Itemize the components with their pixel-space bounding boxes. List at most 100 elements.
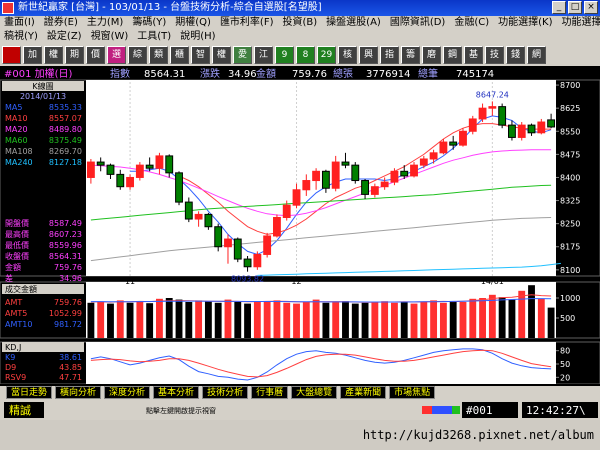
toolbar-button[interactable]: 江 [254, 46, 273, 64]
menu-item[interactable]: 籌碼(Y) [132, 16, 166, 30]
analysis-tab[interactable]: 技術分析 [202, 386, 249, 399]
toolbar-button[interactable]: 鋼 [443, 46, 462, 64]
toolbar-button[interactable]: 加 [23, 46, 42, 64]
volume-bar [547, 307, 555, 338]
maximize-button[interactable]: □ [568, 1, 582, 14]
volume-bar [293, 303, 300, 338]
toolbar-button[interactable]: 基 [464, 46, 483, 64]
menu-item[interactable]: 期權(Q) [175, 16, 211, 30]
toolbar-button[interactable]: 9 [275, 46, 294, 64]
analysis-tab[interactable]: 行事曆 [251, 386, 289, 399]
candle-body [135, 164, 144, 178]
toolbar-button[interactable]: 櫃 [170, 46, 189, 64]
legend-ma-value: 8557.07 [49, 114, 82, 123]
candle-body [292, 189, 301, 206]
chart-area[interactable]: #001 加權(日) 指數 8564.31 漲跌 34.96 金額 759.76 總張 3776… [0, 66, 600, 384]
menu-item[interactable]: 金融(C) [454, 16, 489, 30]
toolbar-button[interactable]: 技 [485, 46, 504, 64]
total-value: 3776914 [366, 69, 411, 80]
menu-item[interactable]: 證券(E) [44, 16, 78, 30]
x-tick-label: 12 [291, 277, 301, 286]
legend-ma-value: 8127.18 [49, 158, 82, 167]
candle-body [459, 130, 467, 146]
analysis-tab[interactable]: 當日走勢 [6, 386, 53, 399]
toolbar-button[interactable]: 磨 [422, 46, 441, 64]
menu-item[interactable]: 功能選擇(K) [498, 16, 552, 30]
candle-body [370, 186, 379, 195]
volume-legend-value: 981.72 [54, 320, 82, 329]
menu-item[interactable]: 主力(M) [87, 16, 123, 30]
kd-legend-value: 47.71 [59, 373, 82, 382]
analysis-tab[interactable]: 基本分析 [153, 386, 200, 399]
menu-item[interactable]: 稿視(Y) [4, 30, 38, 44]
toolbar-button[interactable]: 智 [191, 46, 210, 64]
toolbar-button[interactable]: 選 [107, 46, 126, 64]
menu-item[interactable]: 說明(H) [180, 30, 215, 44]
candle-body [341, 161, 350, 166]
toolbar-button[interactable] [2, 46, 21, 64]
volume-bar [332, 302, 340, 338]
menu-item[interactable]: 視窗(W) [91, 30, 129, 44]
minimize-button[interactable]: _ [552, 1, 566, 14]
y-tick-label: 8550 [560, 127, 580, 136]
toolbar-button[interactable]: 核 [338, 46, 357, 64]
volume-bar [175, 299, 183, 338]
y-tick-label: 8250 [560, 220, 580, 229]
status-bar: 精誠 點擊左鍵開啟提示視窗 #001 12:42:27\ [0, 400, 600, 420]
menu-item[interactable]: 國際資訊(D) [390, 16, 446, 30]
volume-bar [498, 297, 506, 338]
close-button[interactable]: × [584, 1, 598, 14]
candle-body [145, 164, 154, 169]
toolbar-button[interactable]: 籌 [401, 46, 420, 64]
toolbar-button[interactable]: 興 [359, 46, 378, 64]
candle-body [224, 238, 232, 248]
volume-bar [479, 298, 486, 338]
candle-body [331, 161, 340, 189]
signal-indicator [422, 406, 460, 414]
analysis-tab[interactable]: 市場焦點 [389, 386, 436, 399]
menu-item[interactable]: 操盤選股(A) [326, 16, 381, 30]
toolbar-button[interactable]: 綜 [128, 46, 147, 64]
candle-body [155, 155, 164, 169]
toolbar-button[interactable]: 29 [317, 46, 336, 64]
menu-bar: 畫面(I) 證券(E) 主力(M) 籌碼(Y) 期權(Q) 匯市利率(F) 投資(B) 操盤選… [0, 16, 600, 44]
toolbar-button[interactable]: 價 [86, 46, 105, 64]
toolbar-button[interactable]: 錢 [506, 46, 525, 64]
candle-body [116, 173, 125, 188]
candle-body [253, 253, 262, 268]
volume-bar [371, 302, 379, 338]
toolbar-button[interactable]: 類 [149, 46, 168, 64]
volume-bar [410, 303, 418, 338]
volume-legend-value: 759.76 [54, 298, 82, 307]
plot-kd [86, 342, 556, 384]
total-label: 總張 [333, 67, 353, 80]
candle-body [439, 141, 448, 154]
analysis-tab[interactable]: 產業新聞 [340, 386, 387, 399]
y-tick-label: 1000 [560, 294, 580, 303]
analysis-tab[interactable]: 大盤總覽 [291, 386, 338, 399]
volume-bar [322, 302, 330, 338]
menu-item[interactable]: 設定(Z) [47, 30, 82, 44]
toolbar-button[interactable]: 指 [380, 46, 399, 64]
toolbar-button[interactable]: 愛 [233, 46, 252, 64]
toolbar-button[interactable]: 權 [44, 46, 63, 64]
volume-header: 成交金額 [5, 284, 37, 294]
volume-bar [185, 302, 193, 338]
broker-label: 精誠 [9, 404, 31, 417]
quick-toolbar: 加權期價選綜類櫃智權愛江 9 8 29 核興指籌磨鋼基技錢網 [0, 44, 600, 66]
volume-bar [87, 302, 95, 338]
menu-item[interactable]: 畫面(I) [4, 16, 35, 30]
candle [263, 232, 272, 258]
menu-item[interactable]: 功能選擇(X) [562, 16, 600, 30]
toolbar-button[interactable]: 網 [527, 46, 546, 64]
menu-item[interactable]: 工具(T) [137, 30, 171, 44]
candle-body [488, 106, 497, 109]
analysis-tab[interactable]: 深度分析 [104, 386, 151, 399]
toolbar-button[interactable]: 期 [65, 46, 84, 64]
analysis-tab[interactable]: 橫向分析 [55, 386, 102, 399]
toolbar-button[interactable]: 權 [212, 46, 231, 64]
menu-item[interactable]: 匯市利率(F) [220, 16, 274, 30]
menu-item[interactable]: 投資(B) [283, 16, 318, 30]
toolbar-button[interactable]: 8 [296, 46, 315, 64]
legend-quote-name: 開盤價 [5, 218, 29, 228]
